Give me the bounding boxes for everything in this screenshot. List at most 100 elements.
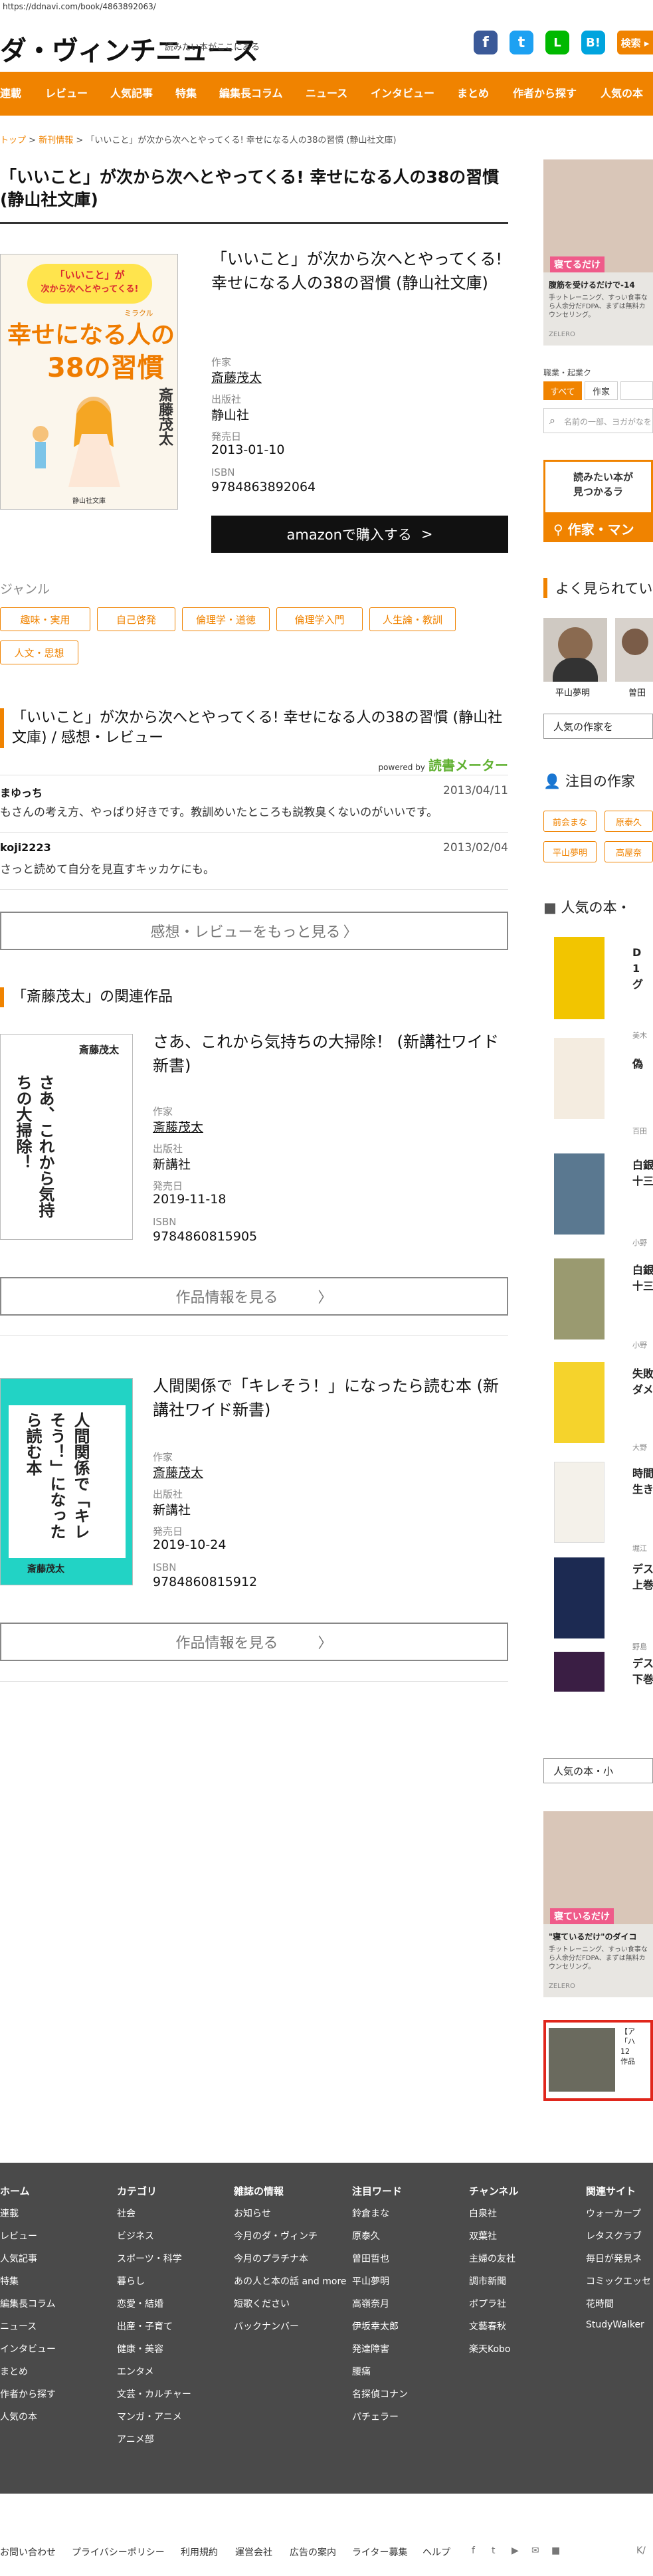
bottom-link[interactable]: 運営会社	[235, 2545, 272, 2559]
footer-link[interactable]: ビジネス	[117, 2229, 154, 2242]
footer-link[interactable]: 人気記事	[0, 2252, 37, 2265]
hatena-icon[interactable]: B!	[581, 31, 605, 54]
footer-link[interactable]: 恋愛・結婚	[117, 2297, 163, 2310]
footer-link[interactable]: 花時間	[586, 2297, 614, 2310]
book-thumb[interactable]	[554, 1258, 605, 1339]
book-thumb[interactable]	[554, 1462, 605, 1543]
genre-tag[interactable]: 趣味・実用	[0, 607, 90, 631]
footer-link[interactable]: バックナンバー	[234, 2320, 299, 2333]
nav-item-interview[interactable]: インタビュー	[371, 72, 434, 116]
nav-item-popular[interactable]: 人気記事	[110, 72, 153, 116]
footer-link[interactable]: 曽田哲也	[352, 2252, 389, 2265]
twitter-icon[interactable]: t	[510, 31, 533, 54]
book-title[interactable]: 偽	[632, 1055, 643, 1071]
footer-link[interactable]: あの人と本の話 and more	[234, 2274, 347, 2288]
footer-link[interactable]: スポーツ・科学	[117, 2252, 182, 2265]
genre-tag[interactable]: 倫理学・道徳	[182, 607, 270, 631]
genre-tag[interactable]: 人生論・教訓	[369, 607, 456, 631]
avatar[interactable]	[615, 618, 653, 682]
dokusho-meter-logo[interactable]: 読書メーター	[428, 757, 508, 773]
book-title[interactable]: 白銀 十三	[632, 1157, 653, 1189]
amazon-buy-button[interactable]: amazonで購入する >	[211, 516, 508, 553]
nav-item-popular-books[interactable]: 人気の本	[601, 72, 643, 116]
footer-link[interactable]: 文芸・カルチャー	[117, 2387, 191, 2401]
bottom-link[interactable]: 広告の案内	[290, 2545, 336, 2559]
author-tag[interactable]: 平山夢明	[543, 841, 597, 862]
search-tab-author[interactable]: 作家	[585, 381, 618, 400]
book-title[interactable]: D 1 グ	[632, 945, 643, 993]
footer-heading[interactable]: 注目ワード	[352, 2184, 402, 2198]
footer-link[interactable]: 今月のダ・ヴィンチ	[234, 2229, 318, 2242]
book-title[interactable]: 失敗 ダメ	[632, 1366, 653, 1398]
nav-item-feature[interactable]: 特集	[175, 72, 197, 116]
genre-tag[interactable]: 倫理学入門	[276, 607, 363, 631]
book-thumb[interactable]	[554, 1362, 605, 1443]
search-button[interactable]: 検索 ▸	[617, 31, 653, 54]
footer-link[interactable]: 編集長コラム	[0, 2297, 56, 2310]
footer-link[interactable]: まとめ	[0, 2365, 28, 2378]
footer-heading[interactable]: 関連サイト	[586, 2184, 636, 2198]
footer-link[interactable]: ニュース	[0, 2320, 37, 2333]
author-tag[interactable]: 前会まな	[543, 811, 597, 832]
footer-link[interactable]: 原泰久	[352, 2229, 380, 2242]
footer-link[interactable]: お知らせ	[234, 2207, 271, 2220]
book-title[interactable]: デス 下巻	[632, 1656, 653, 1688]
author-name[interactable]: 平山夢明	[555, 686, 590, 698]
footer-link[interactable]: 調市新聞	[469, 2274, 506, 2288]
search-box[interactable]: ⌕ 名前の一部、ヨガがなを	[543, 408, 653, 433]
facebook-icon[interactable]: f	[472, 2545, 475, 2556]
nav-item-review[interactable]: レビュー	[45, 72, 88, 116]
more-reviews-button[interactable]: 感想・レビューをもっと見る〉	[0, 912, 508, 950]
book-thumb[interactable]	[554, 1557, 605, 1638]
bottom-link[interactable]: 利用規約	[181, 2545, 218, 2559]
footer-link[interactable]: 高嶺奈月	[352, 2297, 389, 2310]
footer-heading[interactable]: 雑誌の情報	[234, 2184, 284, 2198]
review-author[interactable]: koji2223	[0, 841, 51, 854]
related-title[interactable]: さあ、これから気持ちの大掃除！ (新講社ワイド新書)	[153, 1030, 508, 1078]
footer-link[interactable]: レビュー	[0, 2229, 37, 2242]
mail-icon[interactable]: ✉	[531, 2545, 539, 2556]
related-cover[interactable]: 人間関係で「キレそう！」になったら読む本 斎藤茂太	[0, 1378, 133, 1585]
footer-heading[interactable]: カテゴリ	[117, 2184, 157, 2198]
facebook-icon[interactable]: f	[474, 31, 498, 54]
popular-books-button[interactable]: 人気の本・小	[543, 1758, 653, 1783]
footer-link[interactable]: 社会	[117, 2207, 136, 2220]
footer-link[interactable]: レタスクラブ	[586, 2229, 642, 2242]
rss-icon[interactable]: ■	[551, 2545, 560, 2556]
related-title[interactable]: 人間関係で「キレそう！」になったら読む本 (新講社ワイド新書)	[153, 1374, 508, 1422]
footer-link[interactable]: 出産・子育て	[117, 2320, 173, 2333]
footer-link[interactable]: StudyWalker	[586, 2320, 644, 2330]
footer-link[interactable]: 今月のプラチナ本	[234, 2252, 308, 2265]
footer-link[interactable]: 双葉社	[469, 2229, 497, 2242]
footer-link[interactable]: 白泉社	[469, 2207, 497, 2220]
genre-tag[interactable]: 人文・思想	[0, 641, 78, 664]
book-thumb[interactable]	[554, 1153, 605, 1235]
book-thumb[interactable]	[554, 1038, 605, 1119]
work-info-button[interactable]: 作品情報を見る〉	[0, 1623, 508, 1661]
line-icon[interactable]: L	[545, 31, 569, 54]
author-link[interactable]: 斎藤茂太	[211, 368, 262, 386]
bottom-link[interactable]: プライバシーポリシー	[72, 2545, 165, 2559]
sidebar-ad[interactable]: 寝てるだけ 腹筋を受けるだけで-14 手ットレーニング、すっい食事なら人余分だF…	[543, 159, 653, 346]
book-title[interactable]: デス 上巻	[632, 1561, 653, 1593]
footer-link[interactable]: 名探偵コナン	[352, 2387, 408, 2401]
book-thumb[interactable]	[554, 937, 605, 1019]
nav-item-author-search[interactable]: 作者から探す	[513, 72, 577, 116]
book-cover[interactable]: 「いいこと」が 次から次へとやってくる! ミラクル 幸せになる人の 38の習慣 …	[0, 254, 178, 510]
footer-link[interactable]: 鈴倉まな	[352, 2207, 389, 2220]
nav-item-series[interactable]: 連載	[0, 72, 21, 116]
book-title[interactable]: 白銀 十三	[632, 1262, 653, 1294]
footer-link[interactable]: 人気の本	[0, 2410, 37, 2423]
footer-link[interactable]: 発達障害	[352, 2342, 389, 2355]
footer-link[interactable]: コミックエッセ	[586, 2274, 651, 2288]
footer-link[interactable]: 主婦の友社	[469, 2252, 515, 2265]
youtube-icon[interactable]: ▶	[512, 2545, 519, 2556]
footer-link[interactable]: 楽天Kobo	[469, 2342, 511, 2355]
footer-link[interactable]: パチェラー	[352, 2410, 399, 2423]
footer-link[interactable]: アニメ部	[117, 2432, 154, 2446]
corporate-logo[interactable]: K/	[636, 2545, 646, 2556]
footer-link[interactable]: 伊坂幸太郎	[352, 2320, 399, 2333]
nav-item-matome[interactable]: まとめ	[457, 72, 489, 116]
footer-link[interactable]: 連載	[0, 2207, 19, 2220]
footer-link[interactable]: 短歌ください	[234, 2297, 290, 2310]
